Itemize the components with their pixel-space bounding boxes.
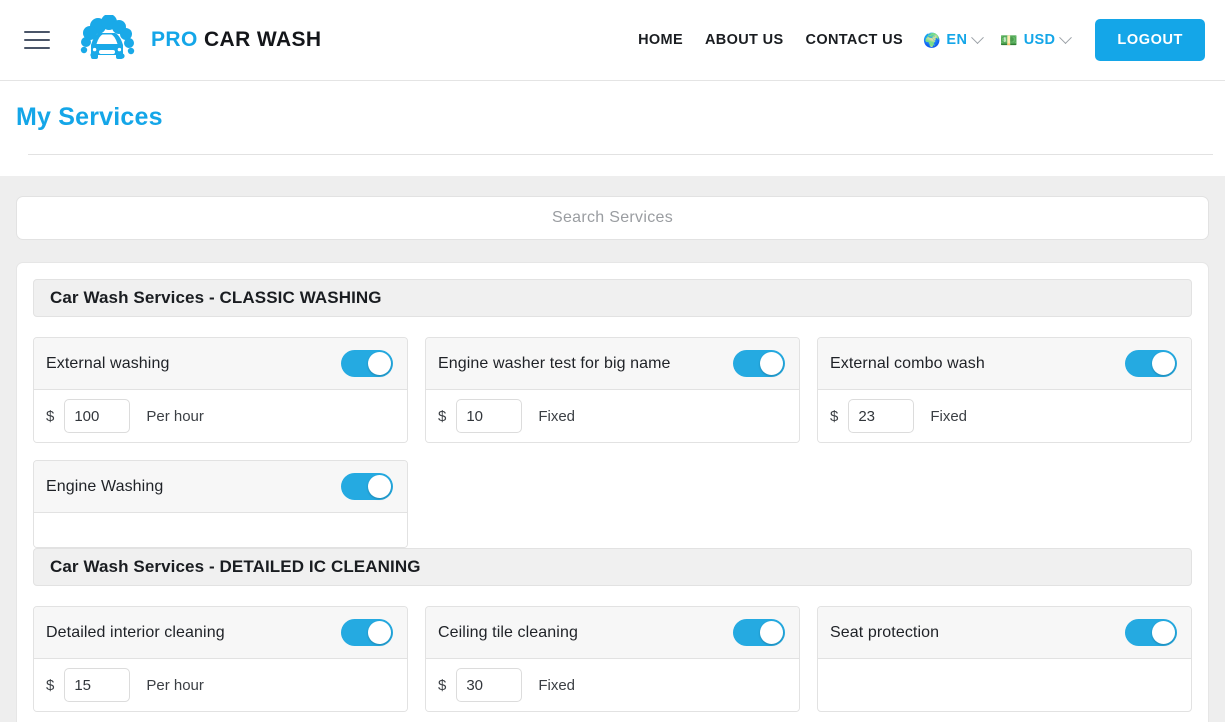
price-rate-label: Fixed xyxy=(538,407,576,425)
service-card-body: $ Per hour xyxy=(34,390,407,442)
service-name: External combo wash xyxy=(830,354,985,372)
service-card-header: Ceiling tile cleaning xyxy=(426,607,799,659)
service-card-header: Detailed interior cleaning xyxy=(34,607,407,659)
hamburger-bar xyxy=(24,39,50,41)
price-rate-label: Fixed xyxy=(538,676,576,694)
services-sections: Car Wash Services - CLASSIC WASHING Exter… xyxy=(33,279,1192,712)
service-card-header: External combo wash xyxy=(818,338,1191,390)
currency-selector[interactable]: 💵 USD xyxy=(991,30,1079,48)
top-header: PRO CAR WASH HOME ABOUT US CONTACT US 🌍 … xyxy=(0,0,1225,81)
chevron-down-icon xyxy=(1059,30,1073,44)
service-card-body xyxy=(818,659,1191,693)
service-card-body: $ Fixed xyxy=(426,659,799,711)
service-enabled-toggle[interactable] xyxy=(341,350,393,377)
logout-button[interactable]: LOGOUT xyxy=(1095,19,1205,61)
brand-pro: PRO xyxy=(151,28,198,51)
toggle-knob xyxy=(760,352,783,375)
section-title: Car Wash Services - DETAILED IC CLEANING xyxy=(50,557,421,576)
hamburger-bar xyxy=(24,31,50,33)
title-spacer xyxy=(0,155,1225,176)
currency-symbol: $ xyxy=(438,407,447,425)
section-header: Car Wash Services - DETAILED IC CLEANING xyxy=(33,548,1192,586)
brand-name: CAR WASH xyxy=(203,28,322,51)
car-wash-logo-icon xyxy=(80,15,135,59)
service-card-header: Seat protection xyxy=(818,607,1191,659)
toggle-knob xyxy=(1152,352,1175,375)
toggle-knob xyxy=(368,475,391,498)
service-card-header: External washing xyxy=(34,338,407,390)
currency-symbol: $ xyxy=(46,676,55,694)
services-panel: Car Wash Services - CLASSIC WASHING Exter… xyxy=(16,262,1209,722)
service-price-input[interactable] xyxy=(456,668,523,702)
currency-symbol: $ xyxy=(46,407,55,425)
toggle-knob xyxy=(368,352,391,375)
service-enabled-toggle[interactable] xyxy=(341,473,393,500)
brand-logo-link[interactable]: PRO CAR WASH xyxy=(76,15,322,65)
service-enabled-toggle[interactable] xyxy=(1125,350,1177,377)
hamburger-bar xyxy=(24,47,50,49)
language-selector[interactable]: 🌍 EN xyxy=(914,30,991,48)
service-card: Detailed interior cleaning $ Per hour xyxy=(33,606,408,712)
nav-link-contact-us[interactable]: CONTACT US xyxy=(795,32,914,48)
service-name: Detailed interior cleaning xyxy=(46,623,225,641)
nav-link-home[interactable]: HOME xyxy=(627,32,694,48)
service-card-grid: Detailed interior cleaning $ Per hour Ceili… xyxy=(33,606,1192,712)
price-rate-label: Per hour xyxy=(146,676,204,694)
hamburger-icon[interactable] xyxy=(24,27,54,53)
banknote-icon: 💵 xyxy=(1000,32,1018,48)
search-bar[interactable] xyxy=(16,196,1209,240)
currency-label: USD xyxy=(1023,32,1056,48)
currency-symbol: $ xyxy=(830,407,839,425)
brand-text: PRO CAR WASH xyxy=(151,28,322,52)
service-card-body: $ Per hour xyxy=(34,659,407,711)
currency-symbol: $ xyxy=(438,676,447,694)
section-header: Car Wash Services - CLASSIC WASHING xyxy=(33,279,1192,317)
chevron-down-icon xyxy=(971,30,985,44)
toggle-knob xyxy=(368,621,391,644)
service-price-input[interactable] xyxy=(64,399,131,433)
language-label: EN xyxy=(946,32,968,48)
toggle-knob xyxy=(760,621,783,644)
service-enabled-toggle[interactable] xyxy=(733,350,785,377)
nav-link-about-us[interactable]: ABOUT US xyxy=(694,32,795,48)
service-price-input[interactable] xyxy=(848,399,915,433)
service-enabled-toggle[interactable] xyxy=(733,619,785,646)
service-card-grid: External washing $ Per hour Engine washer t… xyxy=(33,337,1192,548)
price-rate-label: Per hour xyxy=(146,407,204,425)
service-card: External combo wash $ Fixed xyxy=(817,337,1192,443)
page-content: Car Wash Services - CLASSIC WASHING Exter… xyxy=(0,176,1225,722)
service-name: External washing xyxy=(46,354,170,372)
service-price-input[interactable] xyxy=(64,668,131,702)
globe-icon: 🌍 xyxy=(922,32,941,48)
service-card-body: $ Fixed xyxy=(426,390,799,442)
service-enabled-toggle[interactable] xyxy=(341,619,393,646)
service-enabled-toggle[interactable] xyxy=(1125,619,1177,646)
service-name: Engine washer test for big name xyxy=(438,354,671,372)
service-card-body: $ Fixed xyxy=(818,390,1191,442)
service-card: Engine washer test for big name $ Fixed xyxy=(425,337,800,443)
section-title: Car Wash Services - CLASSIC WASHING xyxy=(50,288,382,307)
service-price-input[interactable] xyxy=(456,399,523,433)
service-card-header: Engine washer test for big name xyxy=(426,338,799,390)
service-card-body xyxy=(34,513,407,547)
price-rate-label: Fixed xyxy=(930,407,968,425)
service-name: Ceiling tile cleaning xyxy=(438,623,578,641)
search-input[interactable] xyxy=(17,208,1208,228)
service-card: Ceiling tile cleaning $ Fixed xyxy=(425,606,800,712)
toggle-knob xyxy=(1152,621,1175,644)
service-card-header: Engine Washing xyxy=(34,461,407,513)
service-name: Engine Washing xyxy=(46,477,164,495)
service-card: External washing $ Per hour xyxy=(33,337,408,443)
service-card: Seat protection xyxy=(817,606,1192,712)
service-name: Seat protection xyxy=(830,623,940,641)
page-title-bar: My Services xyxy=(0,81,1225,155)
main-navigation: HOME ABOUT US CONTACT US 🌍 EN 💵 USD LOGO… xyxy=(627,19,1205,61)
service-card: Engine Washing xyxy=(33,460,408,548)
page-title: My Services xyxy=(16,103,163,131)
